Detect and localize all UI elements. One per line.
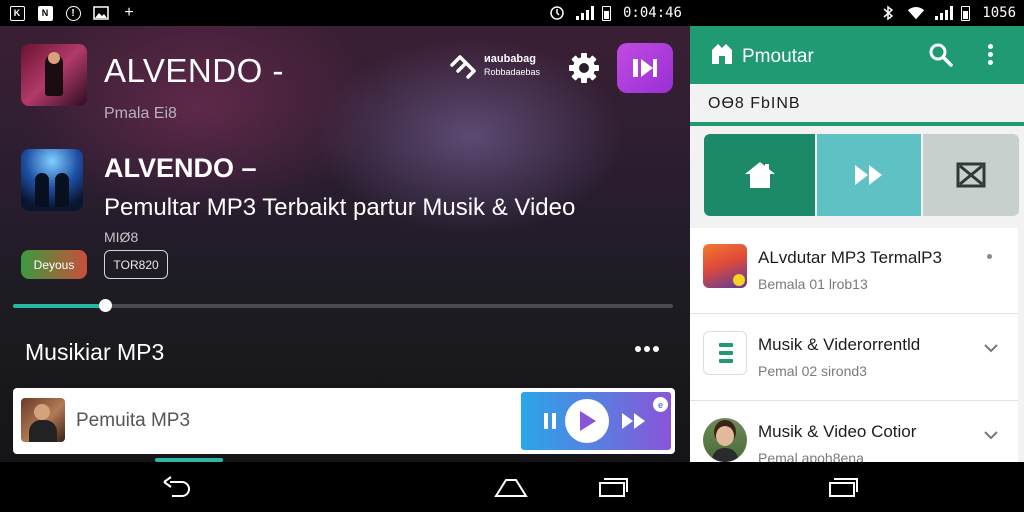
list-item-art	[703, 244, 747, 288]
list-item-title: Musik & Video Cotior	[758, 422, 917, 441]
back-icon[interactable]	[160, 476, 194, 498]
mini-player-badge: e	[653, 397, 668, 412]
close-box-tile[interactable]	[923, 134, 1019, 216]
section-title: Musikiar MP3	[25, 339, 165, 365]
navigation-bar	[0, 462, 1024, 512]
home-icon	[744, 162, 775, 188]
alert-icon: !	[64, 5, 82, 21]
track-subtitle: Pemultar MP3 Terbaikt partur Musik & Vid…	[104, 194, 576, 221]
player-panel: ALVENDO - Pmala Ei8 иaubabag Robbadaebas	[0, 26, 690, 462]
chevron-down-icon[interactable]	[984, 428, 998, 442]
header-subtitle: Pmala Ei8	[104, 105, 177, 122]
status-bar-left: K N ! + 0:04:46	[0, 0, 690, 26]
signal-icon-right	[935, 6, 954, 20]
home-tile[interactable]	[704, 134, 815, 216]
plus-icon: +	[124, 4, 134, 21]
seek-bar[interactable]	[13, 299, 673, 312]
list-item[interactable]: Musik & Viderorrentld Pemal 02 sirond3	[690, 315, 1018, 401]
gear-icon[interactable]	[566, 50, 602, 86]
mini-player-controls: e	[521, 392, 671, 450]
seek-handle[interactable]	[99, 299, 113, 312]
list-item-subtitle: Bemala 01 lrob13	[758, 276, 868, 292]
battery-icon-right	[961, 5, 971, 21]
close-box-icon	[956, 162, 986, 188]
app-logo-icon	[710, 42, 734, 66]
track-list: ALvdutar MP3 TermalP3 Bemala 01 lrob13 M…	[690, 228, 1018, 462]
more-options-icon[interactable]	[635, 346, 659, 352]
list-item-title: Musik & Viderorrentld	[758, 335, 921, 354]
status-time-right: 1056	[982, 5, 1016, 21]
wifi-icon	[907, 5, 925, 21]
alarm-icon	[548, 5, 566, 21]
app-title: Pmoutar	[742, 46, 814, 67]
app-bar: Pmoutar	[690, 26, 1024, 84]
play-button[interactable]	[565, 399, 609, 443]
screen: K N ! + 0:04:46 1056 ALVENDO - Pmala Ei8	[0, 0, 1024, 512]
list-item-art	[703, 331, 747, 375]
track-meta: MIØ8	[104, 229, 139, 245]
battery-icon	[601, 5, 611, 21]
signal-icon	[575, 6, 594, 20]
track-title: ALVENDO –	[104, 153, 257, 183]
image-icon	[92, 5, 110, 21]
list-item-subtitle: Pemal apoh8ena	[758, 450, 864, 462]
search-icon[interactable]	[928, 42, 954, 68]
list-item-art	[703, 418, 747, 462]
cast-label[interactable]: иaubabag Robbadaebas	[484, 53, 540, 79]
cast-icon[interactable]	[447, 52, 479, 82]
skip-tile[interactable]	[817, 134, 921, 216]
header-title: ALVENDO -	[104, 52, 284, 89]
status-time-left: 0:04:46	[622, 5, 682, 21]
recents-icon[interactable]	[596, 476, 630, 498]
mini-player[interactable]: Pemuita MP3 e	[13, 388, 675, 454]
mini-player-label: Pemuita MP3	[76, 410, 191, 431]
quality-badge[interactable]: ТOR820	[104, 250, 168, 279]
overflow-menu-icon[interactable]	[988, 44, 993, 65]
seek-progress	[13, 304, 106, 308]
list-item[interactable]: Musik & Video Cotior Pemal apoh8ena	[690, 402, 1018, 462]
k-icon: K	[8, 5, 26, 21]
stats-text: ОӨ8 FbINB	[708, 95, 801, 112]
genre-badge[interactable]: Deyous	[21, 250, 87, 279]
stats-row: ОӨ8 FbINB	[690, 84, 1024, 126]
list-item-indicator	[987, 254, 992, 259]
list-item[interactable]: ALvdutar MP3 TermalP3 Bemala 01 lrob13	[690, 228, 1018, 314]
home-nav-icon[interactable]	[494, 476, 528, 498]
mini-player-art	[21, 398, 65, 442]
album-art-header[interactable]	[21, 44, 87, 106]
library-panel: Pmoutar ОӨ8 FbINB ALvdutar MP3 TermalP3 …	[690, 26, 1024, 462]
play-next-button[interactable]	[617, 43, 673, 93]
status-bar-right: 1056	[690, 0, 1024, 26]
pause-icon[interactable]	[543, 413, 557, 429]
recents-icon-right[interactable]	[826, 476, 860, 498]
album-art-track[interactable]	[21, 149, 83, 211]
chevron-down-icon[interactable]	[984, 341, 998, 355]
list-item-title: ALvdutar MP3 TermalP3	[758, 248, 942, 267]
n-icon: N	[36, 5, 54, 21]
bluetooth-icon	[879, 5, 897, 21]
list-item-subtitle: Pemal 02 sirond3	[758, 363, 867, 379]
skip-forward-icon	[855, 165, 882, 185]
fast-forward-icon[interactable]	[621, 412, 647, 430]
